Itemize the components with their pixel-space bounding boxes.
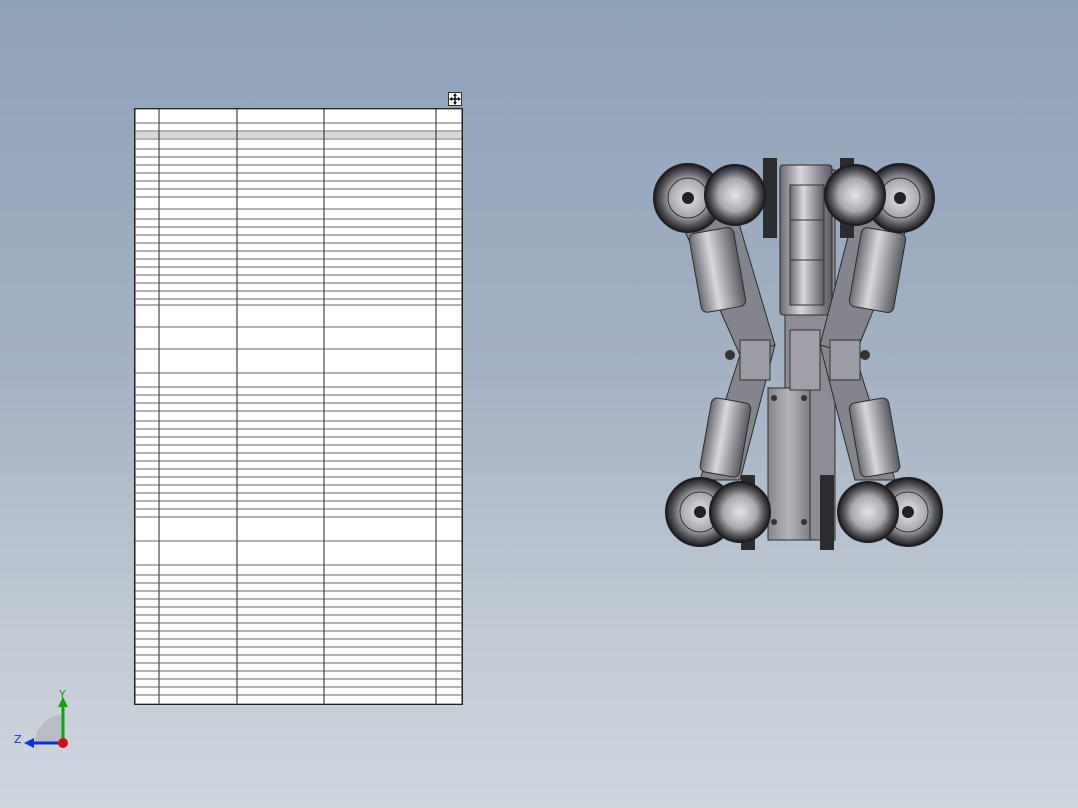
robot-model-view[interactable] (640, 150, 950, 560)
wheel-front-right (824, 163, 935, 233)
z-axis-label: Z (14, 733, 22, 746)
move-handle-icon (449, 93, 461, 105)
bom-grid (135, 109, 462, 704)
robot-model-drawing (653, 158, 943, 550)
wheel-rear-left (665, 477, 771, 547)
wheel-rear-right (837, 477, 943, 547)
wheel-front-left (653, 163, 766, 233)
bill-of-materials-table[interactable] (134, 108, 463, 705)
bom-selected-row[interactable] (136, 132, 461, 138)
y-axis-label: Y (59, 688, 66, 701)
coordinate-triad: Y Z (10, 685, 80, 755)
table-move-handle[interactable] (448, 92, 462, 106)
